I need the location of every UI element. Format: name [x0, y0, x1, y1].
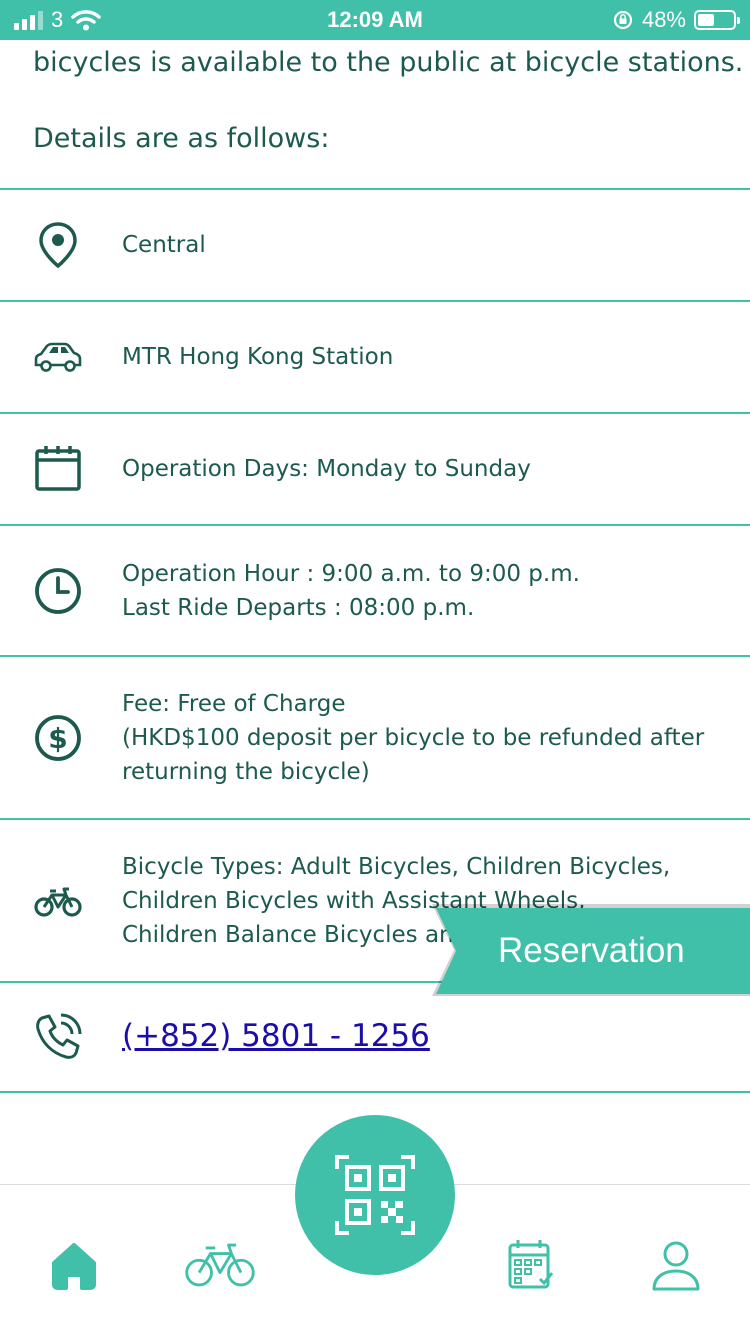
district-text: Central	[122, 232, 206, 258]
hours-text: Operation Hour : 9:00 a.m. to 9:00 p.m. …	[122, 557, 730, 625]
bicycle-icon	[30, 873, 86, 929]
detail-row-station: MTR Hong Kong Station	[0, 300, 750, 412]
nav-reservations[interactable]	[488, 1235, 568, 1295]
detail-row-hours: Operation Hour : 9:00 a.m. to 9:00 p.m. …	[0, 524, 750, 655]
nav-home[interactable]	[34, 1235, 114, 1295]
svg-text:$: $	[48, 722, 67, 755]
car-icon	[30, 329, 86, 385]
battery-percent: 48%	[641, 7, 686, 32]
status-right: 48%	[612, 0, 740, 40]
bicycle-types-line-1: Bicycle Types: Adult Bicycles, Children …	[122, 853, 671, 880]
fee-line-1: Fee: Free of Charge	[122, 690, 346, 717]
fee-line-3: returning the bicycle)	[122, 758, 370, 785]
phone-icon	[30, 1009, 86, 1065]
intro-text-line-2: Details are as follows:	[33, 123, 330, 154]
detail-row-district: Central	[0, 188, 750, 300]
status-bar: 3 12:09 AM 48%	[0, 0, 750, 40]
clock-icon	[30, 563, 86, 619]
fee-text: Fee: Free of Charge (HKD$100 deposit per…	[122, 687, 730, 789]
home-icon	[52, 1243, 96, 1290]
calendar-icon	[30, 441, 86, 497]
qr-scan-button[interactable]	[295, 1115, 455, 1275]
days-text: Operation Days: Monday to Sunday	[122, 456, 531, 482]
battery-icon	[694, 10, 740, 30]
qr-code-icon	[335, 1155, 415, 1235]
nav-bicycle[interactable]	[180, 1235, 260, 1295]
hours-line-2: Last Ride Departs : 08:00 p.m.	[122, 594, 475, 621]
station-text: MTR Hong Kong Station	[122, 344, 394, 370]
detail-row-fee: $ Fee: Free of Charge (HKD$100 deposit p…	[0, 655, 750, 818]
rotation-lock-icon	[613, 10, 633, 30]
fee-line-2: (HKD$100 deposit per bicycle to be refun…	[122, 724, 705, 751]
intro-text-line-1: bicycles is available to the public at b…	[33, 47, 744, 78]
phone-link[interactable]: (+852) 5801 - 1256	[122, 1018, 430, 1054]
reservation-button[interactable]: Reservation	[436, 908, 750, 994]
phone-text: (+852) 5801 - 1256	[122, 1019, 730, 1056]
detail-row-days: Operation Days: Monday to Sunday	[0, 412, 750, 524]
profile-icon	[652, 1241, 700, 1291]
calendar-check-icon	[508, 1240, 554, 1289]
dollar-icon: $	[30, 710, 86, 766]
hours-line-1: Operation Hour : 9:00 a.m. to 9:00 p.m.	[122, 560, 580, 587]
detail-row-phone: (+852) 5801 - 1256	[0, 981, 750, 1093]
nav-profile[interactable]	[636, 1235, 716, 1295]
location-pin-icon	[30, 217, 86, 273]
bicycle-icon	[185, 1243, 255, 1287]
